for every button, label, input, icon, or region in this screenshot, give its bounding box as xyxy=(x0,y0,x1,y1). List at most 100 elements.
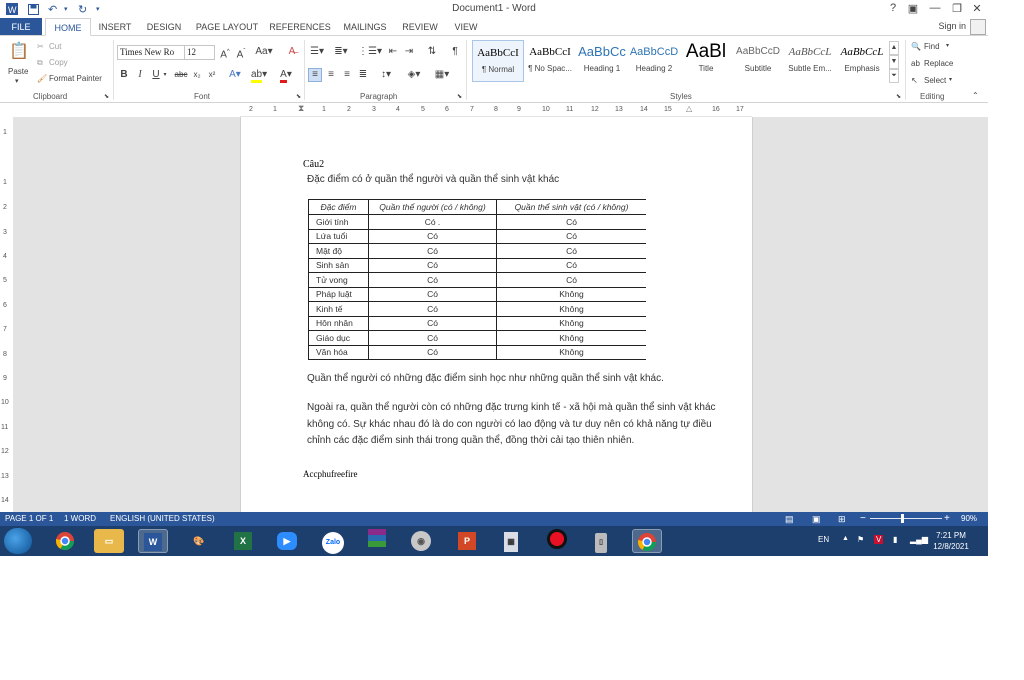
grow-font-icon[interactable]: A^ xyxy=(219,46,231,61)
tab-mailings[interactable]: MAILINGS xyxy=(338,18,392,36)
powerpoint-taskbar-icon[interactable]: P xyxy=(452,529,482,553)
underline-icon[interactable]: U xyxy=(151,69,161,81)
cut-button[interactable]: Cut xyxy=(49,42,61,51)
calculator-taskbar-icon[interactable]: ▦ xyxy=(496,529,526,553)
style-subtle-emphasis[interactable]: AaBbCcL Subtle Em... xyxy=(784,40,836,82)
find-button[interactable]: Find xyxy=(924,42,940,51)
table-cell[interactable]: Kinh tế xyxy=(308,301,369,317)
horizontal-ruler[interactable]: 2 1 ⧗ 1 2 3 4 5 6 7 8 9 10 11 12 13 14 1… xyxy=(240,103,752,117)
minimize-button[interactable]: — xyxy=(928,2,942,14)
table-cell[interactable]: Có xyxy=(496,214,646,230)
paragraph-launcher-icon[interactable]: ⬊ xyxy=(457,93,462,100)
strikethrough-icon[interactable]: abc xyxy=(173,69,189,81)
table-cell[interactable]: Văn hóa xyxy=(308,345,369,360)
sort-icon[interactable]: ⇅ xyxy=(425,46,439,58)
table-cell[interactable]: Sinh sản xyxy=(308,258,369,273)
paste-icon[interactable]: 📋 xyxy=(9,42,29,62)
table-cell[interactable]: Có xyxy=(368,229,497,244)
document-heading[interactable]: Câu2 xyxy=(303,159,324,170)
close-button[interactable]: ✕ xyxy=(970,2,984,15)
chrome-window-taskbar-icon[interactable] xyxy=(632,529,662,553)
change-case-icon[interactable]: Aa▾ xyxy=(255,46,273,58)
table-cell[interactable]: Không xyxy=(496,301,646,317)
table-cell[interactable]: Có xyxy=(496,243,646,259)
ribbon-display-icon[interactable]: ▣ xyxy=(906,2,920,15)
antivirus-icon[interactable]: V xyxy=(874,535,884,544)
multilevel-list-icon[interactable]: ⋮☰▾ xyxy=(358,46,382,58)
collapse-ribbon-icon[interactable]: ⌃ xyxy=(972,91,979,100)
table-cell[interactable]: Tử vong xyxy=(308,272,369,288)
underline-dropdown-icon[interactable]: ▾ xyxy=(161,69,169,81)
restore-button[interactable]: ❐ xyxy=(950,2,964,15)
align-right-icon[interactable]: ≡ xyxy=(340,69,354,81)
increase-indent-icon[interactable]: ⇥ xyxy=(402,46,416,58)
document-signature[interactable]: Accphufreefire xyxy=(303,469,357,479)
document-paragraph[interactable]: Quần thể người có những đặc điểm sinh họ… xyxy=(307,373,737,384)
language-indicator[interactable]: ENGLISH (UNITED STATES) xyxy=(110,512,215,526)
network-icon[interactable]: ▂▄▆ xyxy=(910,535,928,544)
table-cell[interactable]: Giáo dục xyxy=(308,330,369,346)
clipboard-launcher-icon[interactable]: ⬊ xyxy=(104,93,109,100)
language-tray[interactable]: EN xyxy=(818,535,829,544)
table-cell[interactable]: Mật độ xyxy=(308,243,369,259)
zoom-in-button[interactable]: + xyxy=(944,512,950,526)
style-emphasis[interactable]: AaBbCcL Emphasis xyxy=(836,40,888,82)
format-painter-button[interactable]: Format Painter xyxy=(49,74,102,83)
style-no-spacing[interactable]: AaBbCcI ¶ No Spac... xyxy=(524,40,576,82)
select-dropdown-icon[interactable]: ▾ xyxy=(949,76,952,83)
copy-button[interactable]: Copy xyxy=(49,58,68,67)
tab-file[interactable]: FILE xyxy=(0,18,42,36)
shading-icon[interactable]: ◈▾ xyxy=(405,69,423,81)
table-cell[interactable]: Có xyxy=(368,258,497,273)
winrar-taskbar-icon[interactable] xyxy=(362,529,392,553)
phone-taskbar-icon[interactable]: ▯ xyxy=(586,529,616,553)
font-color-icon[interactable]: A▾ xyxy=(278,69,294,83)
bullets-icon[interactable]: ☰▾ xyxy=(308,46,326,58)
table-cell[interactable]: Không xyxy=(496,330,646,346)
font-size-select[interactable]: 12 xyxy=(184,45,215,60)
vertical-ruler[interactable]: 1 1 2 3 4 5 6 7 8 9 10 11 12 13 14 xyxy=(0,117,14,512)
tab-view[interactable]: VIEW xyxy=(448,18,484,36)
styles-launcher-icon[interactable]: ⬊ xyxy=(896,93,901,100)
recorder-taskbar-icon[interactable] xyxy=(542,529,572,553)
tab-references[interactable]: REFERENCES xyxy=(268,18,332,36)
word-taskbar-icon[interactable]: W xyxy=(138,529,168,553)
paste-button[interactable]: Paste xyxy=(8,67,28,76)
table-cell[interactable]: Có xyxy=(368,330,497,346)
avatar[interactable] xyxy=(970,19,986,35)
align-center-icon[interactable]: ≡ xyxy=(324,69,338,81)
clock[interactable]: 7:21 PM 12/8/2021 xyxy=(928,530,974,552)
show-marks-icon[interactable]: ¶ xyxy=(448,46,462,58)
styles-scroll-down-icon[interactable]: ▼ xyxy=(889,55,899,69)
decrease-indent-icon[interactable]: ⇤ xyxy=(386,46,400,58)
tab-insert[interactable]: INSERT xyxy=(94,18,136,36)
select-button[interactable]: Select xyxy=(924,76,946,85)
table-cell[interactable]: Có xyxy=(496,272,646,288)
help-icon[interactable]: ? xyxy=(886,2,900,14)
shrink-font-icon[interactable]: Aˇ xyxy=(235,46,247,61)
right-indent-marker-icon[interactable]: △ xyxy=(686,104,692,113)
file-explorer-taskbar-icon[interactable]: ▭ xyxy=(94,529,124,553)
web-layout-icon[interactable]: ⊞ xyxy=(838,512,846,526)
sign-in-link[interactable]: Sign in xyxy=(938,21,966,31)
table-cell[interactable]: Có xyxy=(368,316,497,331)
tab-page-layout[interactable]: PAGE LAYOUT xyxy=(194,18,260,36)
battery-icon[interactable]: ▮ xyxy=(893,535,897,544)
zoom-out-button[interactable]: − xyxy=(860,512,866,526)
text-effects-icon[interactable]: A▾ xyxy=(228,69,242,81)
highlight-icon[interactable]: ab▾ xyxy=(251,69,267,83)
borders-icon[interactable]: ▦▾ xyxy=(432,69,452,81)
table-cell[interactable]: Có xyxy=(368,272,497,288)
table-cell[interactable]: Không xyxy=(496,345,646,360)
indent-marker-icon[interactable]: ⧗ xyxy=(298,103,304,114)
word-count[interactable]: 1 WORD xyxy=(64,512,96,526)
page-count[interactable]: PAGE 1 OF 1 xyxy=(5,512,53,526)
style-heading-1[interactable]: AaBbCc Heading 1 xyxy=(576,40,628,82)
zoom-slider-thumb[interactable] xyxy=(901,514,904,523)
align-left-icon[interactable]: ≡ xyxy=(308,68,322,82)
style-subtitle[interactable]: AaBbCcD Subtitle xyxy=(732,40,784,82)
zalo-taskbar-icon[interactable]: Zalo xyxy=(318,529,348,554)
italic-icon[interactable]: I xyxy=(135,69,145,81)
table-cell[interactable]: Có xyxy=(496,229,646,244)
table-cell[interactable]: Lứa tuổi xyxy=(308,229,369,244)
